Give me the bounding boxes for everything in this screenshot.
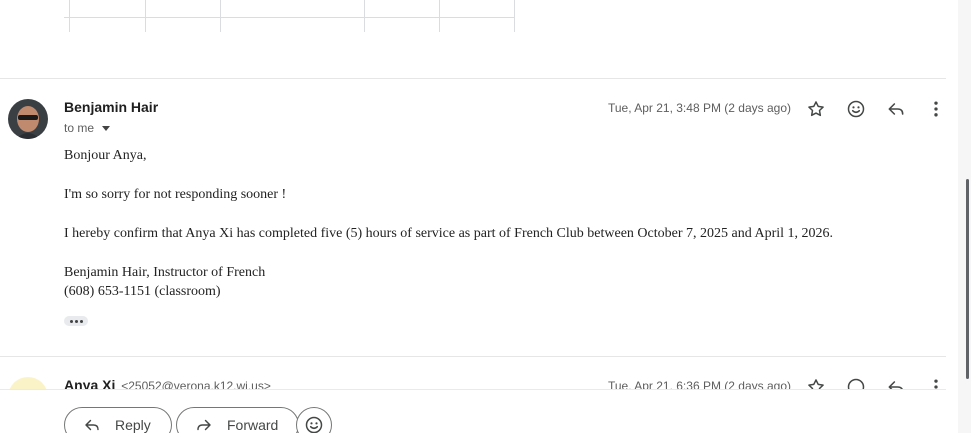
to-label: to me [64, 121, 95, 135]
sender-name[interactable]: Benjamin Hair [64, 99, 158, 115]
reply-label: Reply [115, 417, 151, 433]
body-signature-name: Benjamin Hair, Instructor of French [64, 265, 266, 280]
star-button[interactable] [802, 95, 830, 123]
caret-down-icon [102, 125, 111, 131]
forward-action-button[interactable]: Forward [176, 407, 300, 433]
forward-arrow-icon [197, 419, 211, 431]
reply-arrow-icon [85, 419, 99, 431]
show-trimmed-content-button[interactable] [64, 316, 88, 326]
reply-action-button[interactable]: Reply [64, 407, 172, 433]
emoji-react-icon [305, 416, 323, 433]
forward-label: Forward [227, 417, 279, 433]
sender-avatar[interactable] [8, 99, 48, 139]
reply-arrow-icon [888, 103, 904, 115]
body-greeting: Bonjour Anya, [64, 148, 147, 163]
quoted-table-fragment [64, 0, 515, 32]
scrollbar-track[interactable] [958, 0, 971, 433]
more-vertical-icon [934, 101, 938, 117]
scrollbar-thumb[interactable] [966, 179, 969, 379]
reply-action-bar: Reply Forward [0, 389, 946, 433]
more-options-button[interactable] [922, 95, 950, 123]
message-date: Tue, Apr 21, 3:48 PM (2 days ago) [608, 101, 791, 115]
body-signature-phone: (608) 653-1151 (classroom) [64, 284, 221, 299]
emoji-react-button[interactable] [842, 95, 870, 123]
reply-button[interactable] [882, 95, 910, 123]
body-confirmation: I hereby confirm that Anya Xi has comple… [64, 226, 834, 241]
message-divider [0, 78, 946, 79]
emoji-react-button[interactable] [296, 407, 332, 433]
body-apology: I'm so sorry for not responding sooner ! [64, 187, 287, 202]
emoji-react-icon [847, 100, 865, 118]
star-outline-icon [808, 101, 824, 117]
recipients-toggle[interactable]: to me [64, 121, 111, 135]
message-divider [0, 356, 946, 357]
